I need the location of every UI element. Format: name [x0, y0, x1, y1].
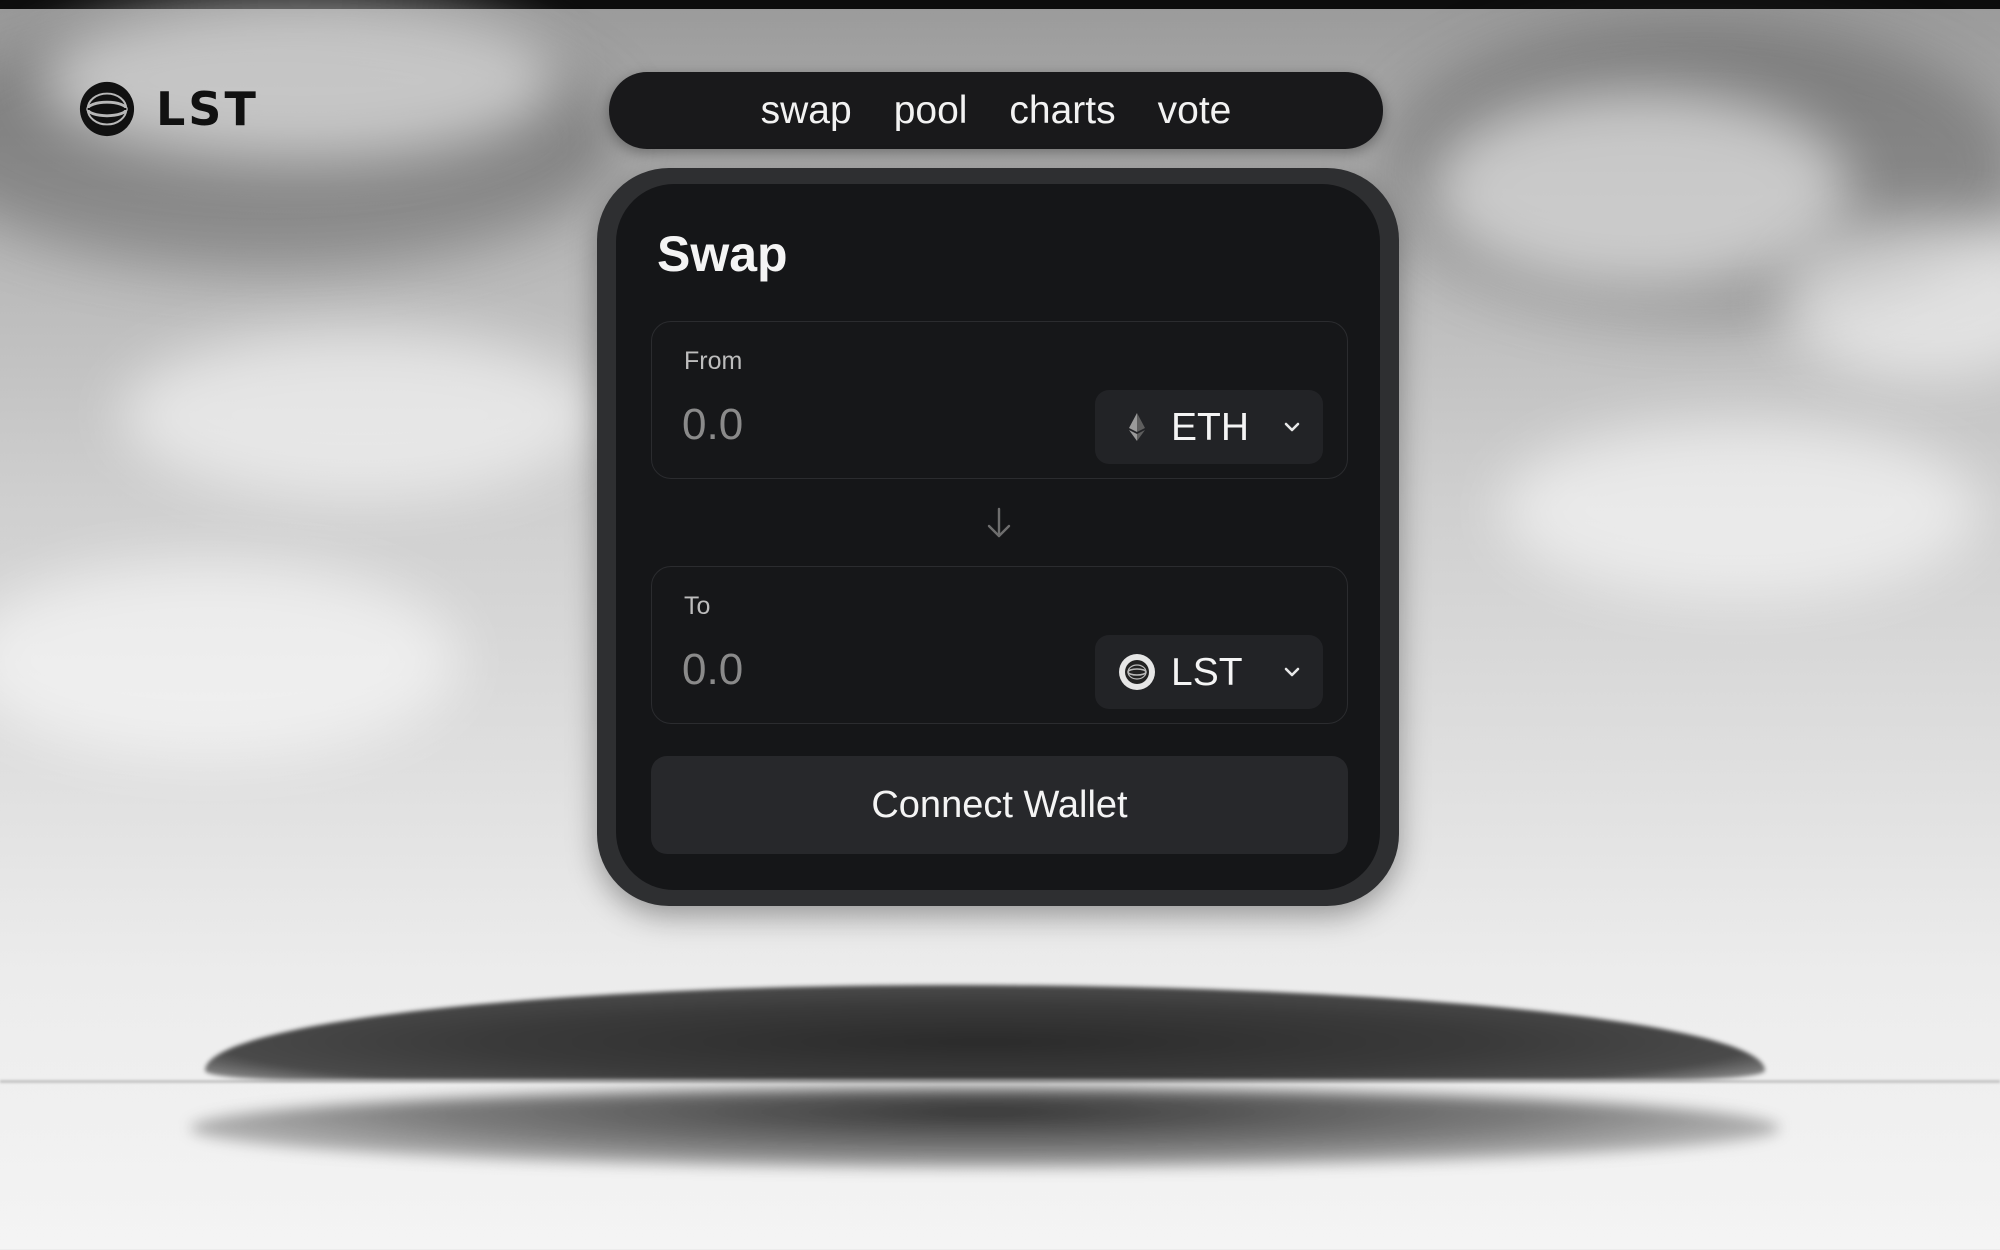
from-token-symbol: ETH: [1171, 406, 1249, 449]
swap-title: Swap: [657, 226, 788, 282]
from-token-select[interactable]: ETH: [1095, 390, 1323, 464]
brand-name: LST: [156, 82, 259, 136]
island-image: [205, 985, 1765, 1080]
nav-charts[interactable]: charts: [1007, 89, 1117, 133]
to-token-symbol: LST: [1171, 651, 1243, 694]
to-amount-input[interactable]: [682, 642, 1032, 698]
nav-vote[interactable]: vote: [1156, 89, 1234, 133]
connect-wallet-button[interactable]: Connect Wallet: [651, 756, 1348, 854]
to-token-select[interactable]: LST: [1095, 635, 1323, 709]
arrow-down-icon[interactable]: [983, 505, 1015, 541]
to-panel: To LST: [651, 566, 1348, 724]
to-label: To: [684, 592, 711, 620]
from-panel: From ETH: [651, 321, 1348, 479]
main-nav: swap pool charts vote: [609, 72, 1383, 149]
nav-pool[interactable]: pool: [892, 89, 970, 133]
lst-globe-icon: [79, 81, 135, 137]
from-amount-input[interactable]: [682, 397, 1032, 453]
brand-logo[interactable]: LST: [78, 80, 259, 138]
nav-swap[interactable]: swap: [759, 89, 854, 133]
lst-icon: [1119, 654, 1155, 690]
eth-icon: [1129, 413, 1145, 441]
chevron-down-icon: [1284, 422, 1300, 432]
from-label: From: [684, 347, 743, 375]
chevron-down-icon: [1284, 667, 1300, 677]
